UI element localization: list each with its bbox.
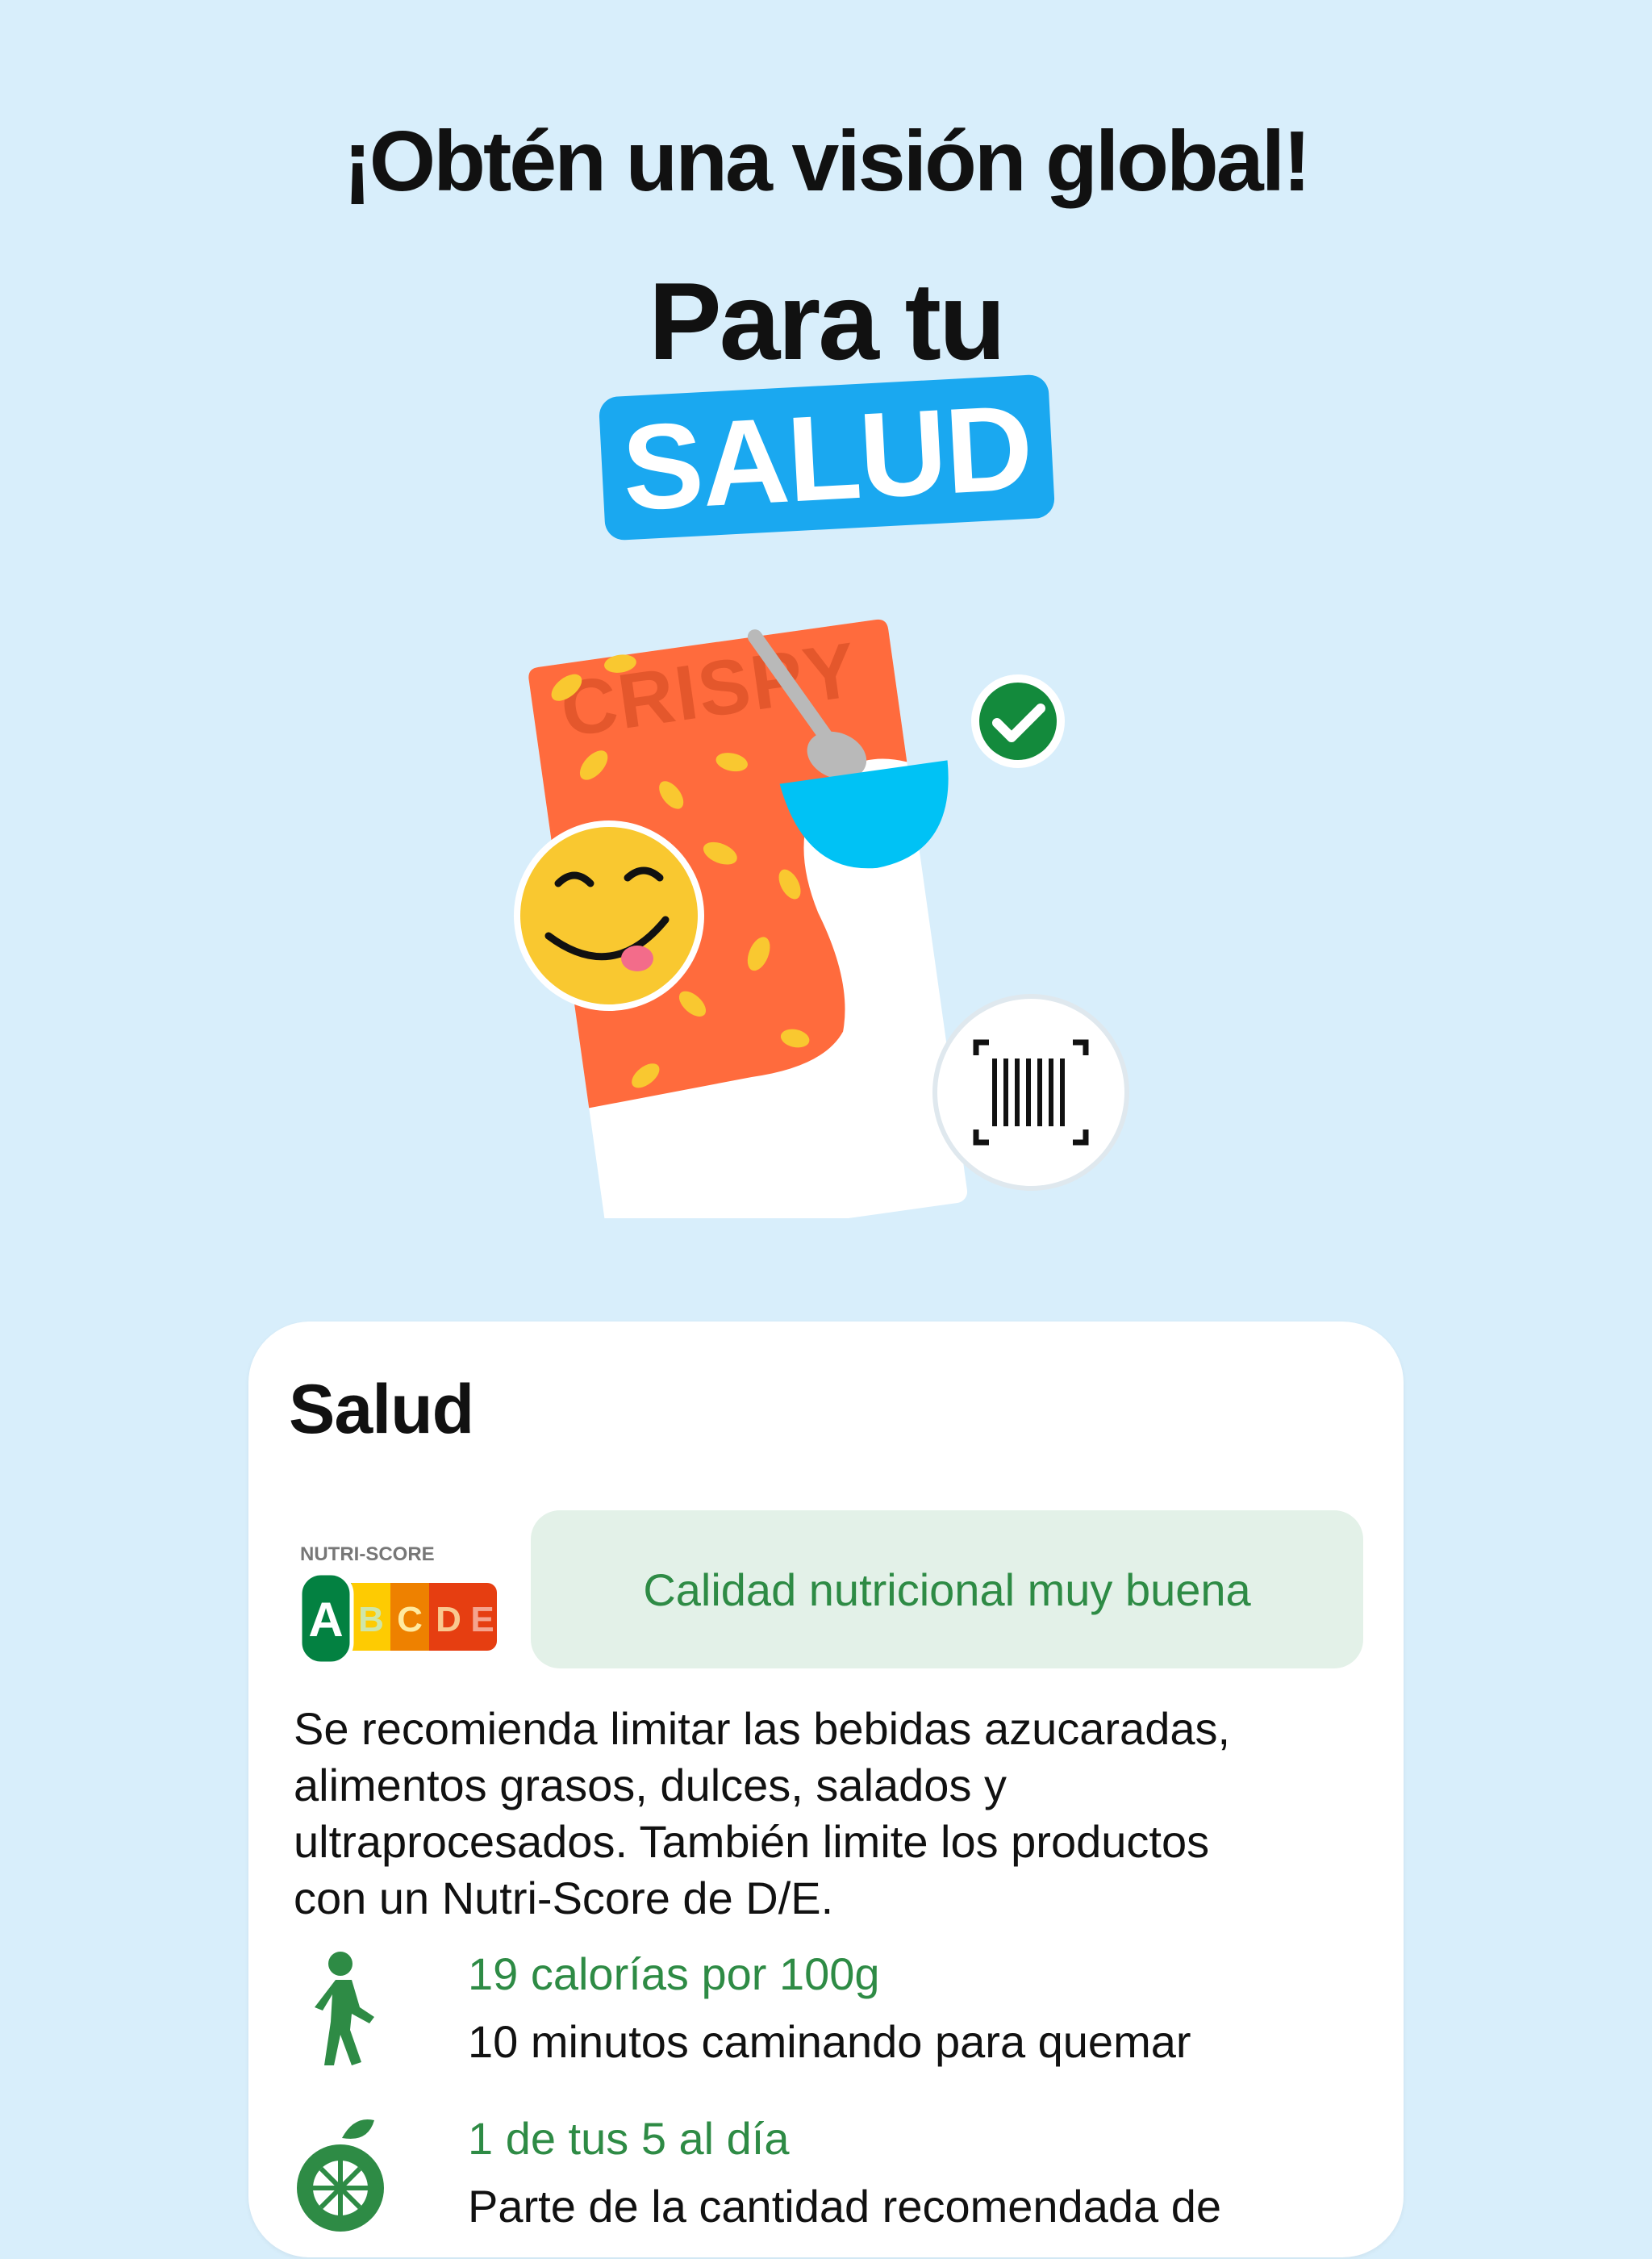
nutri-grade-b: B — [358, 1600, 384, 1639]
five-a-day-detail: Parte de la cantidad recomendada de — [468, 2181, 1221, 2232]
advice-line: con un Nutri-Score de D/E. — [294, 1873, 834, 1923]
nutri-grade-a: A — [308, 1593, 343, 1647]
calories-row: 19 calorías por 100g 10 minutos caminand… — [294, 1948, 1342, 2094]
card-title: Salud — [289, 1371, 474, 1448]
advice-text: Se recomienda limitar las bebidas azucar… — [294, 1701, 1342, 1927]
subheadline: Para tu — [648, 260, 1006, 382]
product-illustration: CRISPY — [514, 619, 1129, 1218]
salud-badge: SALUD — [598, 374, 1056, 541]
walking-person-icon — [315, 1952, 374, 2065]
headline: ¡Obtén una visión global! — [343, 114, 1312, 209]
nutri-grade-d: D — [436, 1600, 461, 1639]
five-a-day-row: 1 de tus 5 al día Parte de la cantidad r… — [294, 2113, 1342, 2259]
smiley-face-icon — [514, 821, 704, 1011]
barcode-scan-icon — [932, 994, 1129, 1191]
five-a-day-title: 1 de tus 5 al día — [468, 2113, 790, 2164]
check-icon — [971, 674, 1065, 768]
advice-line: ultraprocesados. También limite los prod… — [294, 1816, 1210, 1867]
advice-line: Se recomienda limitar las bebidas azucar… — [294, 1703, 1231, 1754]
nutri-grade-c: C — [397, 1600, 423, 1639]
calories-title: 19 calorías por 100g — [468, 1948, 880, 1999]
advice-line: alimentos grasos, dulces, salados y — [294, 1760, 1007, 1810]
nutri-grade-e: E — [470, 1600, 494, 1639]
nutri-score-label: NUTRI-SCORE — [300, 1543, 435, 1565]
health-card: Salud NUTRI-SCORE A B C D E Calidad nutr… — [248, 1322, 1404, 2257]
orange-fruit-icon — [297, 2119, 384, 2232]
nutri-score-logo: NUTRI-SCORE A B C D E — [298, 1543, 497, 1666]
calories-detail: 10 minutos caminando para quemar — [468, 2016, 1191, 2067]
nutrition-quality-pill: Calidad nutricional muy buena — [531, 1510, 1363, 1668]
